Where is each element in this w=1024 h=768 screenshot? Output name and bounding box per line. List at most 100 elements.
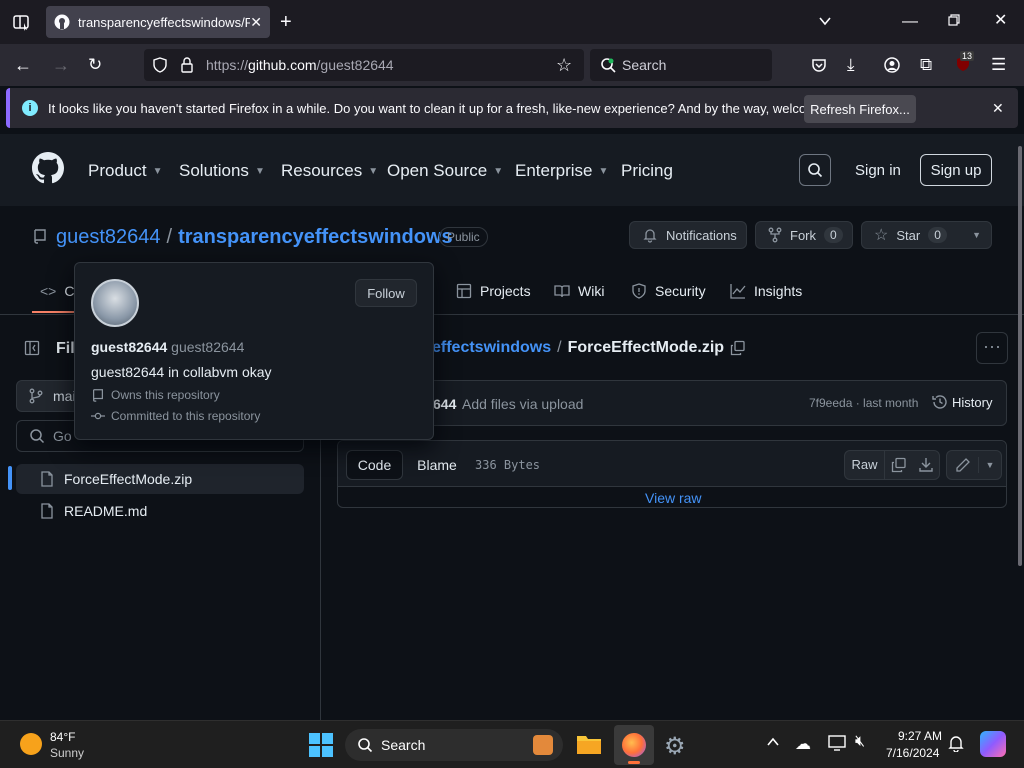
more-options-button[interactable]: ··· [976,332,1008,364]
sign-in-link[interactable]: Sign in [855,162,901,179]
tray-chevron-up-icon[interactable] [766,735,780,749]
forward-arrow-icon[interactable]: → [52,56,70,74]
settings-gear-icon[interactable]: ⚙ [664,732,686,761]
sign-up-button[interactable]: Sign up [920,154,992,186]
commit-author[interactable]: 644 [433,396,456,412]
hamburger-menu-icon[interactable]: ☰ [991,56,1006,73]
repo-name-link[interactable]: transparencyeffectswindows [178,226,453,249]
account-icon[interactable] [884,57,900,73]
nav-product[interactable]: Product ▼ [88,161,163,181]
copilot-icon[interactable] [980,731,1006,757]
list-tabs-chevron-icon[interactable] [818,14,832,28]
reload-icon[interactable]: ↻ [88,56,102,73]
tab-projects[interactable]: Projects [456,283,531,299]
notification-bell-icon[interactable] [948,734,964,752]
file-tree-item[interactable]: ForceEffectMode.zip [16,464,304,494]
header-search-button[interactable] [799,154,831,186]
tab-code[interactable]: <> C [40,283,74,299]
monitor-icon[interactable] [828,735,846,751]
tab-insights[interactable]: Insights [730,283,802,299]
star-count: 0 [928,227,947,243]
page-scrollbar[interactable] [1018,146,1022,566]
copy-raw-icon[interactable] [885,457,913,473]
tab-close-icon[interactable]: ✕ [250,14,262,31]
notifications-label: Notifications [666,227,737,243]
minimize-window-icon[interactable]: — [902,14,918,30]
hovercard-login[interactable]: guest82644 [171,339,244,355]
file-tree-item[interactable]: README.md [16,496,304,526]
bookmark-star-icon[interactable]: ☆ [556,56,572,74]
avatar[interactable] [91,279,139,327]
clock-time[interactable]: 9:27 AM [898,729,942,743]
chevron-down-icon: ▼ [598,166,609,178]
file-content-box: Code Blame 336 Bytes Raw ▼ View raw [337,440,1007,508]
history-link[interactable]: History [932,394,992,410]
browser-search-bar[interactable]: Search [590,49,772,81]
nav-pricing[interactable]: Pricing [621,161,673,181]
star-label: Star [896,227,921,243]
tracking-shield-icon[interactable] [152,57,168,73]
search-highlight-icon [533,735,553,755]
maximize-window-icon[interactable] [948,14,960,26]
star-dropdown-chevron-icon[interactable]: ▼ [972,230,981,240]
blame-tab-button[interactable]: Blame [408,450,466,480]
copy-path-icon[interactable] [730,340,746,356]
browser-tab-active[interactable]: transparencyeffectswindows/Fo ✕ [46,6,270,38]
repo-owner-link[interactable]: guest82644 [56,226,161,249]
notification-close-icon[interactable]: ✕ [992,101,1004,115]
fork-button[interactable]: Fork 0 [755,221,853,249]
nav-enterprise[interactable]: Enterprise ▼ [515,161,608,181]
onedrive-icon[interactable]: ☁ [795,734,811,754]
tab-wiki[interactable]: Wiki [554,283,604,299]
refresh-firefox-button[interactable]: Refresh Firefox... [804,95,916,123]
pocket-icon[interactable] [811,57,827,73]
file-icon [40,471,54,487]
file-icon [40,503,54,519]
taskbar-search-label: Search [381,737,426,753]
lock-icon[interactable] [180,57,194,73]
kebab-horizontal-icon: ··· [983,336,1001,356]
pencil-icon[interactable] [947,457,979,473]
close-window-icon[interactable]: ✕ [994,13,1007,29]
view-raw-link[interactable]: View raw [645,490,702,506]
collapse-sidebar-button[interactable] [16,332,48,364]
nav-solutions[interactable]: Solutions ▼ [179,161,265,181]
commit-message[interactable]: Add files via upload [462,396,583,412]
taskbar-search[interactable]: Search [345,729,563,761]
fork-label: Fork [790,227,816,243]
notifications-button[interactable]: Notifications [629,221,747,249]
star-button[interactable]: ☆ Star 0 ▼ [861,221,992,249]
nav-resources[interactable]: Resources ▼ [281,161,378,181]
file-explorer-icon[interactable] [576,732,602,756]
new-tab-icon[interactable]: + [280,12,292,32]
nav-open-source[interactable]: Open Source ▼ [387,161,503,181]
follow-button[interactable]: Follow [355,279,417,307]
weather-desc[interactable]: Sunny [50,746,84,760]
edit-dropdown-chevron-icon[interactable]: ▼ [979,460,1001,470]
tab-projects-label: Projects [480,283,531,299]
volume-muted-icon[interactable]: 🔇︎ [855,733,865,751]
firefox-taskbar-icon[interactable] [614,725,654,765]
user-hovercard: Follow guest82644 guest82644 guest82644 … [74,262,434,440]
github-logo-icon[interactable] [32,152,64,184]
tab-security[interactable]: Security [631,283,706,299]
commit-meta[interactable]: 7f9eeda · last month [809,396,918,410]
hovercard-committed: Committed to this repository [111,409,261,423]
weather-temp[interactable]: 84°F [50,730,75,744]
downloads-icon[interactable]: ⤓ [847,56,855,73]
search-icon [29,428,45,444]
breadcrumb-repo-link[interactable]: effectswindows [432,339,551,357]
download-icon[interactable] [913,457,939,473]
code-tab-button[interactable]: Code [346,450,403,480]
hovercard-name[interactable]: guest82644 [91,339,167,355]
file-tree-item-label: README.md [64,503,148,519]
raw-button[interactable]: Raw [845,451,885,479]
url-prefix: https:// [206,57,249,73]
sun-weather-icon[interactable] [20,733,42,755]
sidebar-toggle-icon[interactable] [12,13,30,31]
clock-date[interactable]: 7/16/2024 [886,746,939,760]
url-bar[interactable]: https://github.com/guest82644 ☆ [144,49,584,81]
back-arrow-icon[interactable]: ← [14,56,32,74]
extensions-puzzle-icon[interactable]: ⧉ [920,56,932,73]
windows-start-icon[interactable] [309,733,333,757]
